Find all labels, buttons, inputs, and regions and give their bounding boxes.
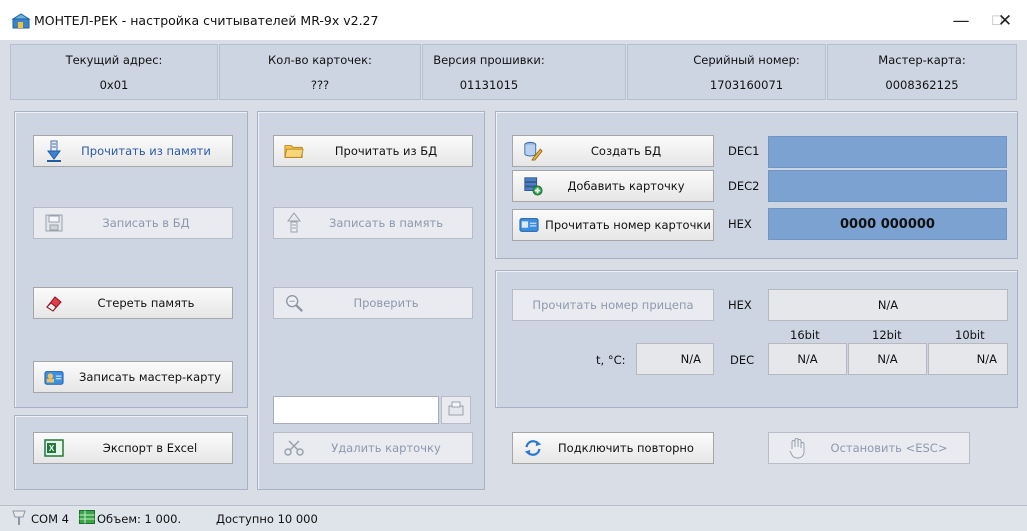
info-label: Текущий адрес: [65, 53, 163, 67]
write-db-button[interactable]: Записать в БД [33, 207, 233, 239]
dec-10bit-field[interactable]: N/A [928, 343, 1008, 375]
card-number-input[interactable] [273, 396, 439, 424]
write-memory-button[interactable]: Записать в память [273, 207, 473, 239]
create-db-label: Создать БД [590, 144, 662, 158]
hand-stop-icon [787, 438, 807, 459]
check-button[interactable]: Проверить [273, 287, 473, 319]
read-db-label: Прочитать из БД [334, 144, 438, 158]
dec2-label: DEC2 [728, 179, 760, 193]
read-memory-label: Прочитать из памяти [81, 144, 211, 158]
add-to-list-button[interactable] [441, 396, 471, 424]
write-master-card-button[interactable]: Записать мастер-карту [33, 361, 233, 393]
delete-card-label: Удалить карточку [331, 441, 441, 455]
spreadsheet-icon [79, 510, 95, 524]
info-firmware: Версия прошивки: 01131015 [422, 44, 626, 100]
close-button[interactable]: ✕ [998, 8, 1026, 34]
info-value: ??? [310, 78, 330, 92]
user-card-icon [44, 367, 64, 387]
card-reader-icon [447, 401, 465, 420]
stop-button[interactable]: Остановить <ESC> [768, 432, 970, 464]
dec1-field[interactable] [768, 136, 1007, 168]
read-trailer-number-button[interactable]: Прочитать номер прицепа [512, 289, 714, 321]
info-label: Мастер-карта: [878, 53, 966, 67]
trailer-hex-field[interactable]: N/A [768, 289, 1008, 321]
excel-icon: X [44, 438, 64, 458]
svg-text:X: X [49, 444, 55, 453]
erase-memory-button[interactable]: Стереть память [33, 287, 233, 319]
delete-card-button[interactable]: Удалить карточку [273, 432, 473, 464]
info-card-count: Кол-во карточек: ??? [219, 44, 421, 100]
minimize-button[interactable]: — [944, 8, 978, 34]
info-master-card: Мастер-карта: 0008362125 [827, 44, 1017, 100]
magnifier-icon [284, 293, 304, 313]
download-arrow-icon [44, 140, 64, 162]
reconnect-label: Подключить повторно [558, 441, 694, 455]
edit-db-icon [523, 141, 543, 161]
write-db-label: Записать в БД [102, 216, 190, 230]
write-memory-label: Записать в память [329, 216, 443, 230]
dec1-label: DEC1 [728, 144, 760, 158]
export-excel-label: Экспорт в Excel [102, 441, 198, 455]
temperature-label: t, °C: [596, 353, 626, 367]
write-master-card-label: Записать мастер-карту [79, 370, 221, 384]
refresh-icon [523, 438, 543, 458]
dec2-field[interactable] [768, 170, 1007, 202]
info-value: 0008362125 [885, 78, 959, 92]
com-port-icon [10, 508, 28, 526]
dec-16bit-field[interactable]: N/A [768, 343, 847, 375]
trailer-hex-label: HEX [728, 298, 752, 312]
read-db-button[interactable]: Прочитать из БД [273, 135, 473, 167]
folder-icon [284, 141, 304, 161]
info-current-address: Текущий адрес: 0x01 [10, 44, 218, 100]
eraser-icon [44, 293, 64, 313]
info-value: 01131015 [459, 78, 519, 92]
read-memory-button[interactable]: Прочитать из памяти [33, 135, 233, 167]
dec-label: DEC [730, 353, 755, 367]
info-value: 1703160071 [709, 78, 784, 92]
app-icon [11, 13, 32, 29]
temperature-field[interactable]: N/A [636, 343, 714, 375]
close-icon: ✕ [997, 11, 1013, 31]
add-card-label: Добавить карточку [567, 179, 685, 193]
info-serial: Серийный номер: 1703160071 [627, 44, 826, 100]
info-label: Серийный номер: [693, 53, 800, 67]
scissors-icon [284, 438, 304, 458]
info-label: Версия прошивки: [433, 53, 545, 67]
col-10bit-label: 10bit [955, 328, 985, 342]
info-value: 0x01 [99, 78, 129, 92]
floppy-icon [44, 213, 64, 233]
card-icon [519, 215, 539, 235]
dec-12bit-field[interactable]: N/A [848, 343, 927, 375]
erase-memory-label: Стереть память [97, 296, 195, 310]
add-card-button[interactable]: Добавить карточку [512, 170, 714, 202]
available-status: Доступно 10 000 [216, 512, 318, 526]
col-16bit-label: 16bit [790, 328, 820, 342]
read-card-number-button[interactable]: Прочитать номер карточки [512, 209, 714, 241]
upload-arrow-icon [284, 212, 304, 233]
check-label: Проверить [353, 296, 419, 310]
create-db-button[interactable]: Создать БД [512, 135, 714, 167]
reconnect-button[interactable]: Подключить повторно [512, 432, 714, 464]
volume-status: Объем: 1 000. [97, 512, 182, 526]
read-card-number-label: Прочитать номер карточки [545, 218, 711, 232]
add-record-icon [523, 176, 543, 196]
export-excel-button[interactable]: X Экспорт в Excel [33, 432, 233, 464]
window-title: МОНТЕЛ-РЕК - настройка считывателей MR-9… [34, 13, 379, 28]
read-trailer-number-label: Прочитать номер прицепа [532, 298, 694, 312]
info-label: Кол-во карточек: [268, 53, 372, 67]
col-12bit-label: 12bit [872, 328, 902, 342]
hex-field[interactable]: 0000 000000 [768, 208, 1007, 240]
hex-label: HEX [728, 217, 752, 231]
stop-label: Остановить <ESC> [830, 441, 948, 455]
com-port-status: COM 4 [31, 512, 69, 526]
